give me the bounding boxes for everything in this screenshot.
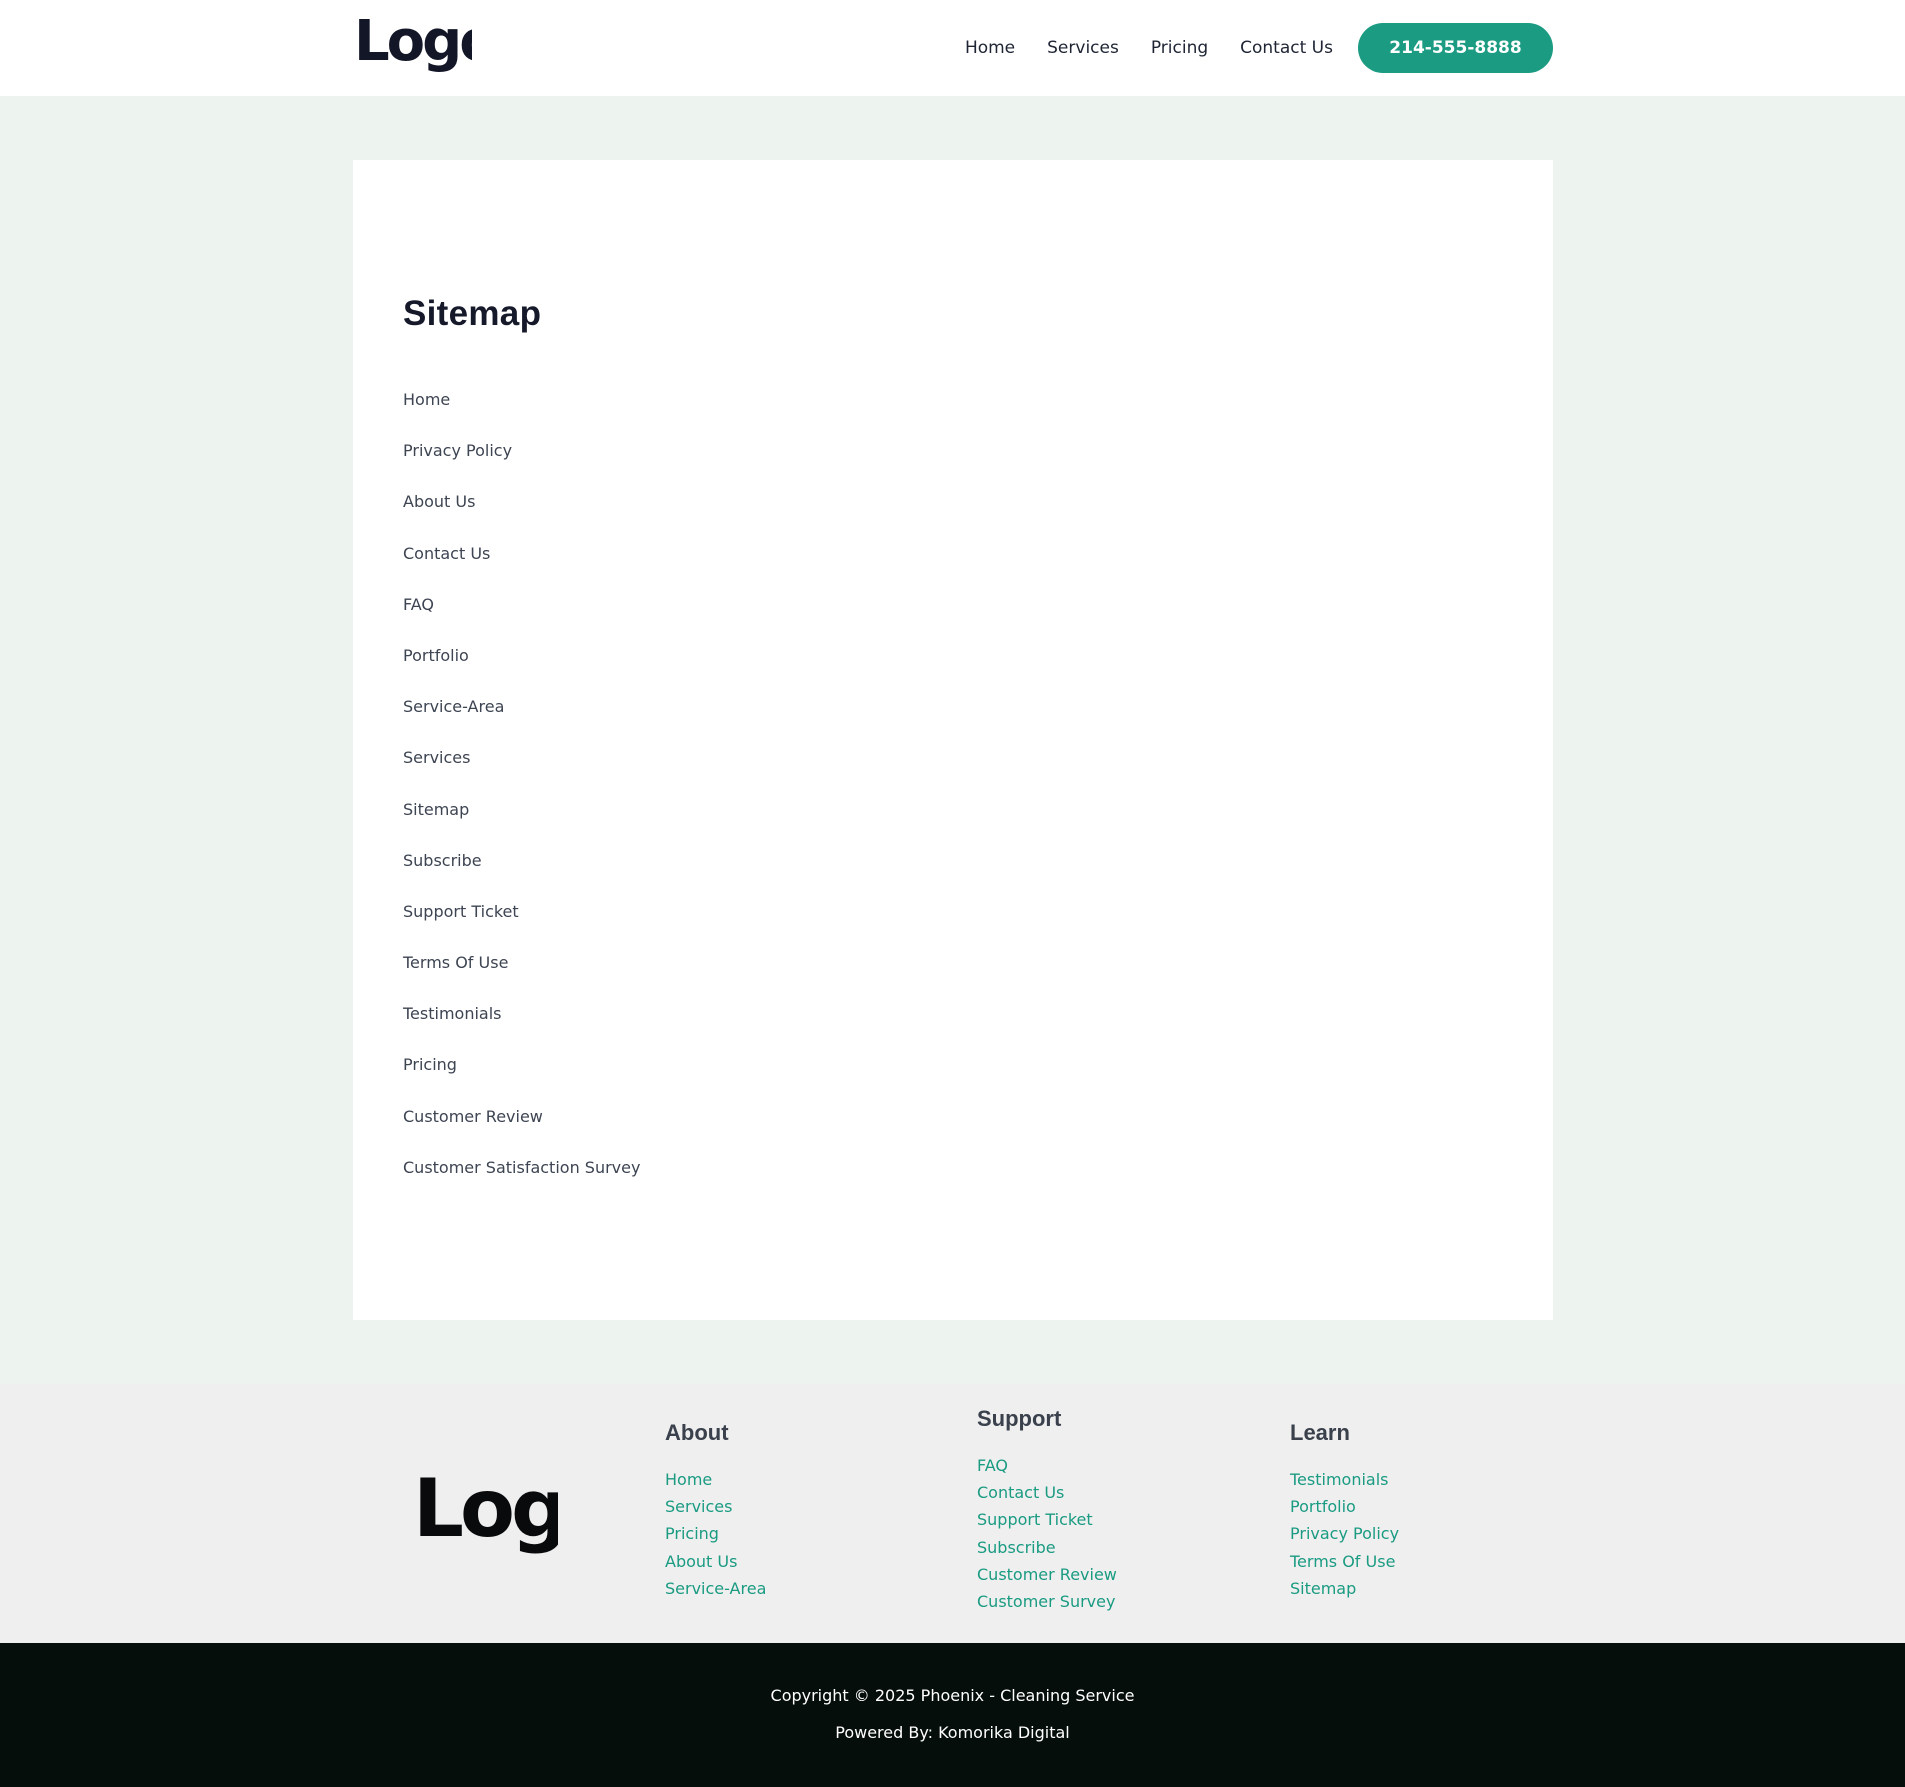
footer-link-pricing[interactable]: Pricing xyxy=(665,1524,719,1543)
list-item: Customer Review xyxy=(977,1565,1117,1592)
phone-cta-button[interactable]: 214-555-8888 xyxy=(1358,23,1553,73)
list-item: Customer Review xyxy=(403,1107,640,1158)
list-item: Terms Of Use xyxy=(1290,1552,1399,1579)
footer-heading-support: Support xyxy=(977,1406,1062,1431)
powered-by-text: Powered By: Komorika Digital xyxy=(835,1723,1070,1742)
footer-link-terms-of-use[interactable]: Terms Of Use xyxy=(1290,1552,1395,1571)
list-item: Testimonials xyxy=(403,1004,640,1055)
footer-link-faq[interactable]: FAQ xyxy=(977,1456,1008,1475)
footer-bottom-bar: Copyright © 2025 Phoenix - Cleaning Serv… xyxy=(0,1643,1905,1787)
list-item: Service-Area xyxy=(403,697,640,748)
footer-link-portfolio[interactable]: Portfolio xyxy=(1290,1497,1356,1516)
footer-link-contact-us[interactable]: Contact Us xyxy=(977,1483,1064,1502)
header-logo-text: Logo xyxy=(354,14,472,74)
main-nav: Home Services Pricing Contact Us xyxy=(949,0,1333,96)
sitemap-link-home[interactable]: Home xyxy=(403,390,450,409)
sitemap-link-customer-review[interactable]: Customer Review xyxy=(403,1107,543,1126)
footer-logo-text: Logo xyxy=(413,1466,558,1555)
sitemap-link-portfolio[interactable]: Portfolio xyxy=(403,646,469,665)
copyright-text: Copyright © 2025 Phoenix - Cleaning Serv… xyxy=(770,1686,1135,1705)
list-item: Services xyxy=(665,1497,766,1524)
footer-link-privacy-policy[interactable]: Privacy Policy xyxy=(1290,1524,1399,1543)
sitemap-link-contact-us[interactable]: Contact Us xyxy=(403,544,490,563)
list-item: Pricing xyxy=(665,1524,766,1551)
sitemap-link-services[interactable]: Services xyxy=(403,748,470,767)
footer-links-learn: Testimonials Portfolio Privacy Policy Te… xyxy=(1290,1470,1399,1606)
footer-link-services[interactable]: Services xyxy=(665,1497,732,1516)
footer-column-about: About Home Services Pricing About Us Ser… xyxy=(665,1420,766,1606)
footer-heading-about: About xyxy=(665,1420,729,1445)
list-item: Privacy Policy xyxy=(1290,1524,1399,1551)
sitemap-link-sitemap[interactable]: Sitemap xyxy=(403,800,469,819)
sitemap-link-about-us[interactable]: About Us xyxy=(403,492,475,511)
site-header: Logo Home Services Pricing Contact Us 21… xyxy=(0,0,1905,96)
list-item: Testimonials xyxy=(1290,1470,1399,1497)
list-item: About Us xyxy=(665,1552,766,1579)
list-item: Privacy Policy xyxy=(403,441,640,492)
list-item: Terms Of Use xyxy=(403,953,640,1004)
footer-link-service-area[interactable]: Service-Area xyxy=(665,1579,766,1598)
sitemap-link-support-ticket[interactable]: Support Ticket xyxy=(403,902,519,921)
footer-link-customer-review[interactable]: Customer Review xyxy=(977,1565,1117,1584)
footer-heading-learn: Learn xyxy=(1290,1420,1350,1445)
list-item: Services xyxy=(403,748,640,799)
list-item: Sitemap xyxy=(403,800,640,851)
list-item: Customer Survey xyxy=(977,1592,1117,1619)
sitemap-link-terms-of-use[interactable]: Terms Of Use xyxy=(403,953,508,972)
footer-link-customer-survey[interactable]: Customer Survey xyxy=(977,1592,1115,1611)
footer-link-support-ticket[interactable]: Support Ticket xyxy=(977,1510,1093,1529)
footer-link-home[interactable]: Home xyxy=(665,1470,712,1489)
footer-link-testimonials[interactable]: Testimonials xyxy=(1290,1470,1389,1489)
list-item: FAQ xyxy=(403,595,640,646)
list-item: FAQ xyxy=(977,1456,1117,1483)
nav-contact-us[interactable]: Contact Us xyxy=(1224,38,1333,58)
sitemap-link-service-area[interactable]: Service-Area xyxy=(403,697,504,716)
page-title: Sitemap xyxy=(403,294,542,333)
sitemap-link-pricing[interactable]: Pricing xyxy=(403,1055,457,1074)
list-item: Home xyxy=(403,390,640,441)
sitemap-link-subscribe[interactable]: Subscribe xyxy=(403,851,482,870)
list-item: About Us xyxy=(403,492,640,543)
list-item: Portfolio xyxy=(403,646,640,697)
footer-logo[interactable]: Logo xyxy=(413,1466,558,1560)
nav-services[interactable]: Services xyxy=(1031,38,1135,58)
list-item: Portfolio xyxy=(1290,1497,1399,1524)
footer-column-learn: Learn Testimonials Portfolio Privacy Pol… xyxy=(1290,1420,1399,1606)
list-item: Customer Satisfaction Survey xyxy=(403,1158,640,1209)
sitemap-list: Home Privacy Policy About Us Contact Us … xyxy=(403,390,640,1209)
list-item: Subscribe xyxy=(977,1538,1117,1565)
list-item: Contact Us xyxy=(977,1483,1117,1510)
footer-link-sitemap[interactable]: Sitemap xyxy=(1290,1579,1356,1598)
list-item: Subscribe xyxy=(403,851,640,902)
header-logo[interactable]: Logo xyxy=(354,14,472,78)
footer-link-about-us[interactable]: About Us xyxy=(665,1552,737,1571)
list-item: Support Ticket xyxy=(403,902,640,953)
list-item: Sitemap xyxy=(1290,1579,1399,1606)
list-item: Contact Us xyxy=(403,544,640,595)
sitemap-link-testimonials[interactable]: Testimonials xyxy=(403,1004,502,1023)
list-item: Pricing xyxy=(403,1055,640,1106)
nav-pricing[interactable]: Pricing xyxy=(1135,38,1224,58)
sitemap-link-customer-satisfaction-survey[interactable]: Customer Satisfaction Survey xyxy=(403,1158,640,1177)
nav-home[interactable]: Home xyxy=(949,38,1031,58)
list-item: Support Ticket xyxy=(977,1510,1117,1537)
content-card: Sitemap Home Privacy Policy About Us Con… xyxy=(353,160,1553,1320)
footer-main: Logo About Home Services Pricing About U… xyxy=(0,1384,1905,1643)
footer-link-subscribe[interactable]: Subscribe xyxy=(977,1538,1056,1557)
footer-links-support: FAQ Contact Us Support Ticket Subscribe … xyxy=(977,1456,1117,1619)
sitemap-link-privacy-policy[interactable]: Privacy Policy xyxy=(403,441,512,460)
footer-column-support: Support FAQ Contact Us Support Ticket Su… xyxy=(977,1406,1117,1619)
footer-links-about: Home Services Pricing About Us Service-A… xyxy=(665,1470,766,1606)
list-item: Home xyxy=(665,1470,766,1497)
sitemap-link-faq[interactable]: FAQ xyxy=(403,595,434,614)
list-item: Service-Area xyxy=(665,1579,766,1606)
